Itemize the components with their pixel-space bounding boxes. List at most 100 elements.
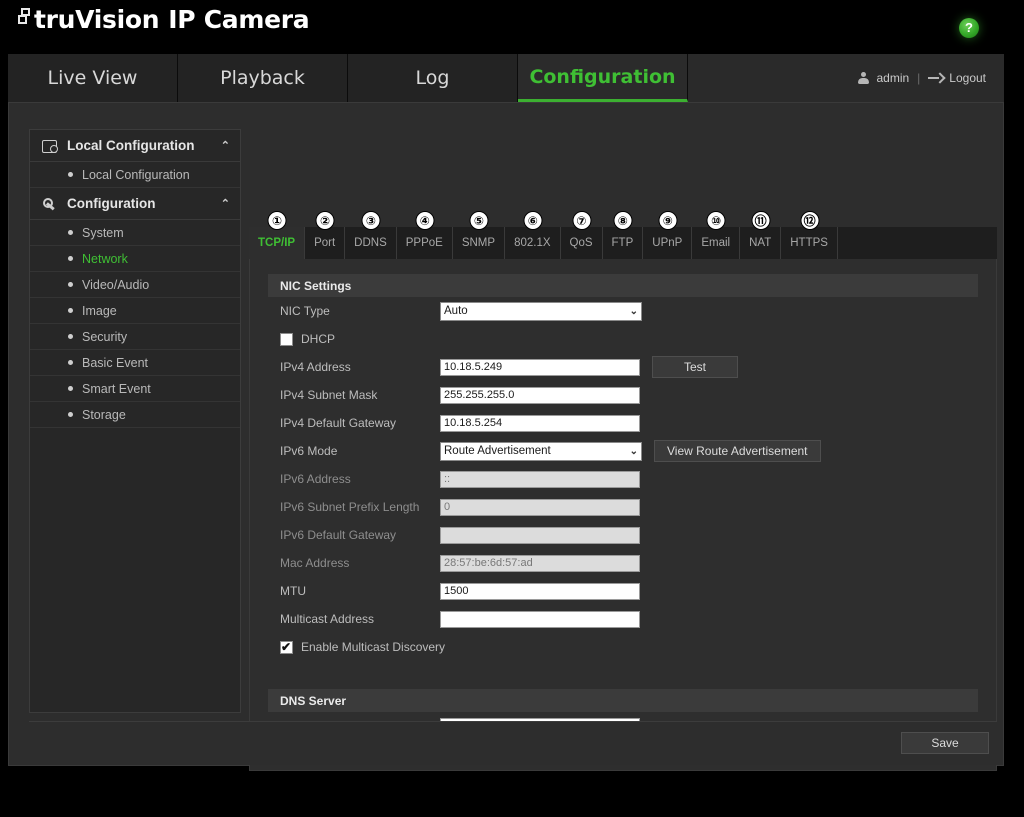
- ipv6-mode-label: IPv6 Mode: [280, 444, 338, 458]
- field-row-dhcp: DHCP: [250, 325, 996, 353]
- field-row-enable-multicast-discovery: Enable Multicast Discovery: [250, 633, 996, 661]
- subtab-qos[interactable]: QoS: [561, 227, 603, 259]
- mtu-input[interactable]: 1500: [440, 582, 640, 600]
- sidebar-item-security[interactable]: Security: [30, 324, 240, 350]
- ipv4-default-gateway-input[interactable]: 10.18.5.254: [440, 414, 640, 432]
- form-footer-bar: Save: [29, 721, 997, 765]
- ipv6-subnet-prefix-length-input: 0: [440, 498, 640, 516]
- field-row-multicast-address: Multicast Address: [250, 605, 996, 633]
- ipv4-subnet-mask-label: IPv4 Subnet Mask: [280, 388, 378, 402]
- sidebar-item-label: Basic Event: [82, 355, 149, 370]
- mtu-label: MTU: [280, 584, 306, 598]
- main-navigation-tabs: Live View Playback Log Configuration adm…: [8, 54, 1004, 102]
- sidebar-item-basic-event[interactable]: Basic Event: [30, 350, 240, 376]
- ipv6-mode-value: Route Advertisement: [444, 444, 551, 457]
- field-row-ipv4-subnet-mask: IPv4 Subnet Mask 255.255.255.0: [250, 381, 996, 409]
- field-row-ipv6-mode: IPv6 Mode Route Advertisement ⌄ View Rou…: [250, 437, 996, 465]
- view-route-advertisement-button[interactable]: View Route Advertisement: [654, 440, 821, 462]
- subtab-wrap-pppoe: ④ PPPoE: [397, 211, 453, 259]
- logout-icon[interactable]: [928, 73, 943, 84]
- chevron-down-icon[interactable]: ⌄: [630, 443, 638, 460]
- subtab-wrap-qos: ⑦ QoS: [561, 211, 603, 259]
- help-icon[interactable]: ?: [959, 18, 979, 38]
- callout-number-12: ⑫: [800, 211, 820, 230]
- sidebar-group-configuration[interactable]: Configuration ⌃: [30, 188, 240, 220]
- multicast-address-input[interactable]: [440, 610, 640, 628]
- chevron-up-icon[interactable]: ⌃: [221, 139, 230, 152]
- ipv6-mode-select[interactable]: Route Advertisement ⌄: [440, 441, 642, 461]
- subtab-wrap-upnp: ⑨ UPnP: [643, 211, 693, 259]
- sidebar-item-label: Local Configuration: [82, 167, 190, 182]
- subtab-email[interactable]: Email: [692, 227, 741, 259]
- subtab-wrap-port: ② Port: [305, 211, 346, 259]
- tab-log[interactable]: Log: [348, 54, 518, 102]
- subtab-wrap-email: ⑩ Email: [692, 211, 741, 259]
- ipv4-address-input[interactable]: 10.18.5.249: [440, 358, 640, 376]
- sidebar-item-system[interactable]: System: [30, 220, 240, 246]
- configuration-content-window: Local Configuration ⌃ Local Configuratio…: [8, 102, 1004, 771]
- bullet-icon: [68, 172, 73, 177]
- sidebar-group-local-configuration[interactable]: Local Configuration ⌃: [30, 130, 240, 162]
- subtab-tcpip[interactable]: TCP/IP: [249, 227, 306, 259]
- subtab-pppoe[interactable]: PPPoE: [397, 227, 453, 259]
- tab-live-view[interactable]: Live View: [8, 54, 178, 102]
- sidebar-item-local-configuration[interactable]: Local Configuration: [30, 162, 240, 188]
- subtab-wrap-tcpip: ① TCP/IP: [249, 211, 306, 259]
- ipv4-address-label: IPv4 Address: [280, 360, 351, 374]
- subtab-wrap-ddns: ③ DDNS: [345, 211, 397, 259]
- callout-number-9: ⑨: [658, 211, 678, 230]
- callout-number-5: ⑤: [469, 211, 489, 230]
- subtab-wrap-https: ⑫ HTTPS: [781, 211, 838, 259]
- bullet-icon: [68, 282, 73, 287]
- network-subtab-bar: ① TCP/IP ② Port ③ DDNS ④ PPPoE ⑤ SNMP ⑥ …: [249, 211, 997, 259]
- sidebar-item-label: Video/Audio: [82, 277, 150, 292]
- test-button[interactable]: Test: [652, 356, 738, 378]
- callout-number-4: ④: [415, 211, 435, 230]
- bullet-icon: [68, 386, 73, 391]
- username-label: admin: [876, 71, 910, 85]
- subtab-ftp[interactable]: FTP: [603, 227, 644, 259]
- field-row-ipv4-default-gateway: IPv4 Default Gateway 10.18.5.254: [250, 409, 996, 437]
- sidebar-item-label: Image: [82, 303, 117, 318]
- ipv4-default-gateway-label: IPv4 Default Gateway: [280, 416, 397, 430]
- subtab-nat[interactable]: NAT: [740, 227, 782, 259]
- nic-type-select[interactable]: Auto ⌄: [440, 301, 642, 321]
- tab-playback[interactable]: Playback: [178, 54, 348, 102]
- subtab-upnp[interactable]: UPnP: [643, 227, 693, 259]
- tab-configuration[interactable]: Configuration: [518, 54, 688, 102]
- logo-text-model: IP Camera: [168, 5, 310, 34]
- sidebar-item-label: System: [82, 225, 124, 240]
- mac-address-input: 28:57:be:6d:57:ad: [440, 554, 640, 572]
- subtab-ddns[interactable]: DDNS: [345, 227, 397, 259]
- field-row-mtu: MTU 1500: [250, 577, 996, 605]
- sidebar-item-network[interactable]: Network: [30, 246, 240, 272]
- sidebar-group-label: Configuration: [67, 196, 156, 211]
- nic-type-value: Auto: [444, 304, 468, 317]
- subtab-8021x[interactable]: 802.1X: [505, 227, 561, 259]
- sidebar-item-smart-event[interactable]: Smart Event: [30, 376, 240, 402]
- logout-label[interactable]: Logout: [949, 71, 986, 85]
- nic-settings-section-header: NIC Settings: [268, 274, 978, 297]
- ipv6-default-gateway-input: [440, 526, 640, 544]
- subtab-wrap-snmp: ⑤ SNMP: [453, 211, 506, 259]
- enable-multicast-discovery-checkbox[interactable]: [280, 640, 293, 654]
- chevron-up-icon[interactable]: ⌃: [221, 197, 230, 210]
- sidebar-item-image[interactable]: Image: [30, 298, 240, 324]
- enable-multicast-discovery-label: Enable Multicast Discovery: [301, 640, 446, 654]
- bullet-icon: [68, 412, 73, 417]
- chevron-down-icon[interactable]: ⌄: [630, 303, 638, 320]
- save-button[interactable]: Save: [901, 732, 989, 754]
- callout-number-10: ⑩: [706, 211, 726, 230]
- subtab-port[interactable]: Port: [305, 227, 346, 259]
- sidebar-item-video-audio[interactable]: Video/Audio: [30, 272, 240, 298]
- bullet-icon: [68, 230, 73, 235]
- field-row-ipv4-address: IPv4 Address 10.18.5.249 Test: [250, 353, 996, 381]
- subtab-snmp[interactable]: SNMP: [453, 227, 506, 259]
- bullet-icon: [68, 360, 73, 365]
- callout-number-7: ⑦: [572, 211, 592, 230]
- subtab-https[interactable]: HTTPS: [781, 227, 838, 259]
- dhcp-checkbox[interactable]: [280, 332, 293, 346]
- subtab-wrap-nat: ⑪ NAT: [740, 211, 782, 259]
- sidebar-item-storage[interactable]: Storage: [30, 402, 240, 428]
- ipv4-subnet-mask-input[interactable]: 255.255.255.0: [440, 386, 640, 404]
